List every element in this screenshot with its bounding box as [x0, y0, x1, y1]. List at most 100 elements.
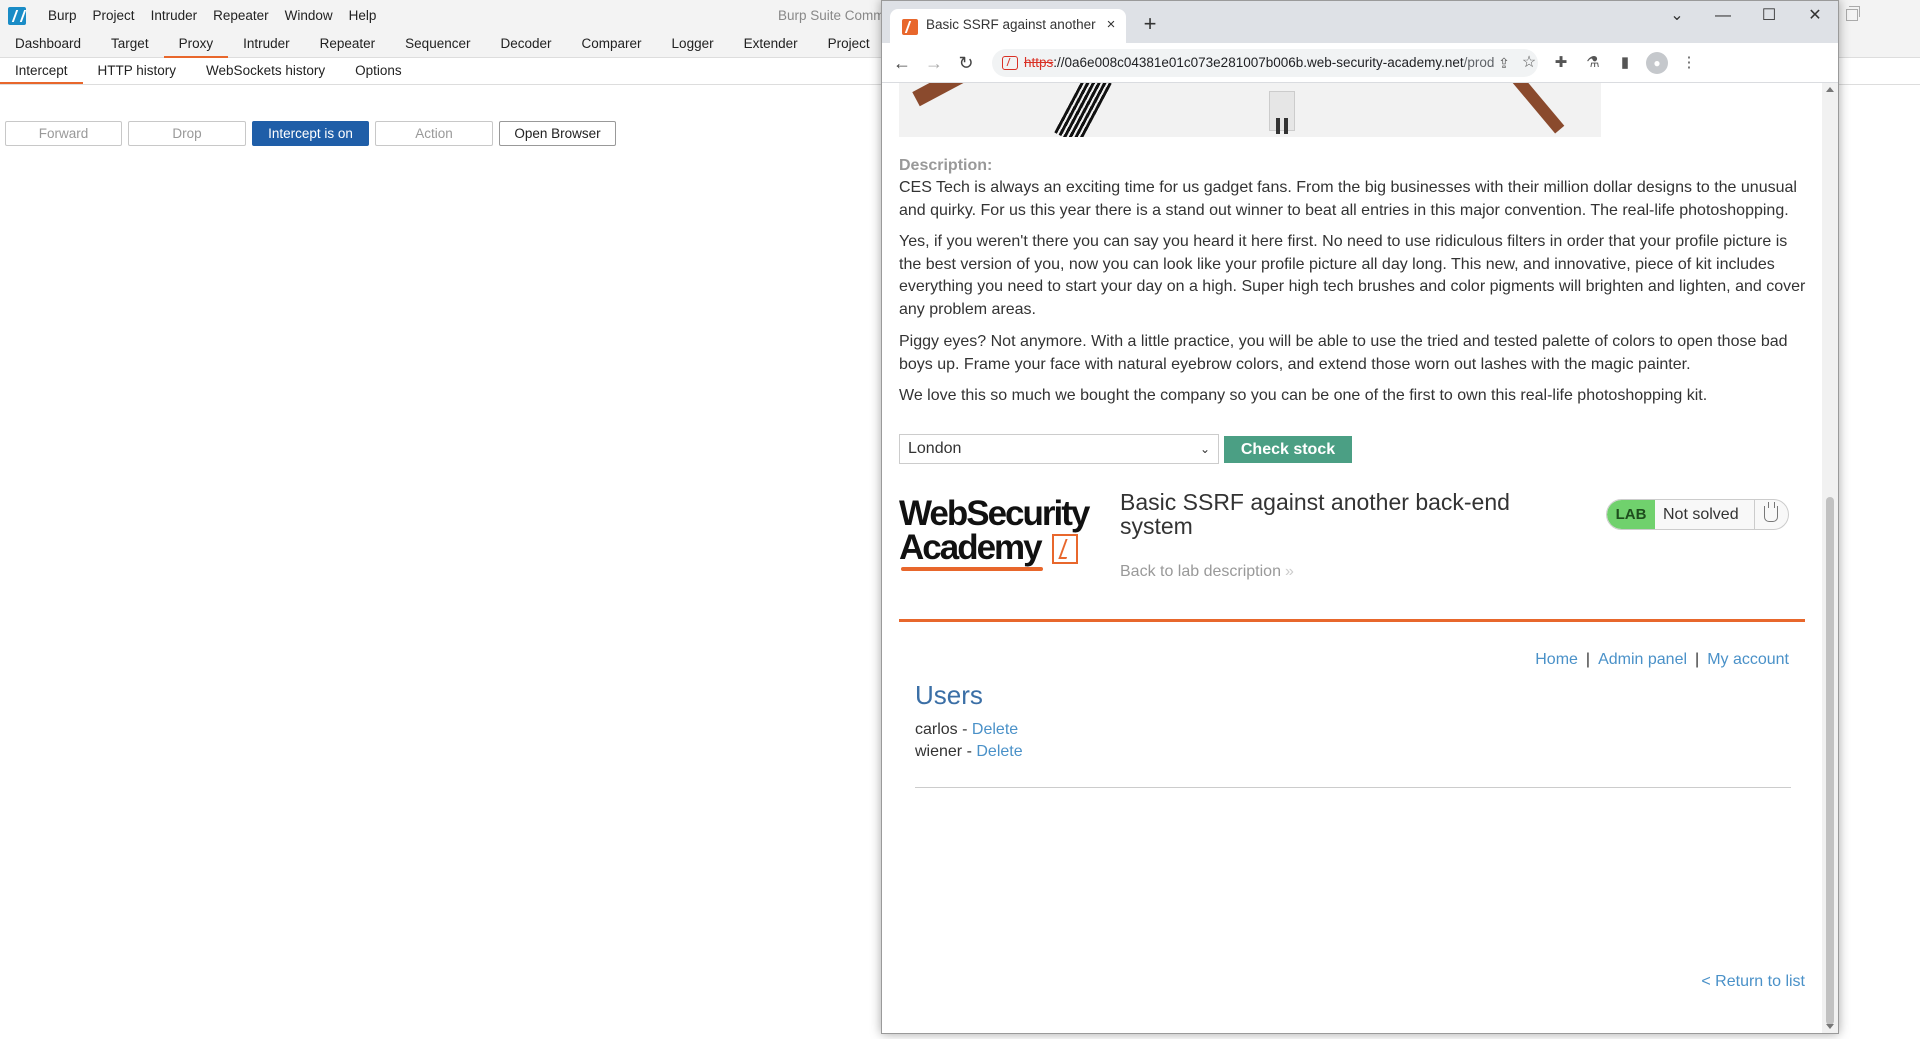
share-icon[interactable]: ⇪	[1495, 54, 1513, 72]
menu-intruder[interactable]: Intruder	[143, 0, 206, 32]
return-to-list-link[interactable]: < Return to list	[1701, 973, 1805, 991]
brush-handle-image	[1503, 83, 1565, 134]
new-tab-button[interactable]: +	[1138, 13, 1162, 37]
browser-tabbar: Basic SSRF against another × + ⌄ — ☐ ✕	[882, 1, 1838, 43]
description-paragraph: Piggy eyes? Not anymore. With a little p…	[899, 333, 1788, 373]
url-host: ://0a6e008c04381e01c073e281007b006b.web-…	[1053, 55, 1464, 70]
browser-tab-title: Basic SSRF against another	[926, 17, 1096, 32]
lab-flask-icon[interactable]: ⚗	[1582, 52, 1604, 74]
user-name: carlos	[915, 721, 958, 738]
store-select-value: London	[908, 440, 962, 457]
scrollbar-thumb[interactable]	[1826, 497, 1834, 1025]
lab-status-badge: LAB Not solved	[1606, 499, 1789, 530]
open-browser-button[interactable]: Open Browser	[499, 121, 616, 146]
users-divider	[915, 787, 1791, 788]
browser-window: Basic SSRF against another × + ⌄ — ☐ ✕ ←…	[881, 0, 1839, 1034]
drop-button[interactable]: Drop	[128, 121, 246, 146]
action-button[interactable]: Action	[375, 121, 493, 146]
admin-panel-link[interactable]: Admin panel	[1598, 651, 1687, 668]
back-link-label: Back to lab description	[1120, 563, 1281, 580]
user-name: wiener	[915, 743, 963, 760]
menu-burp[interactable]: Burp	[40, 0, 85, 32]
scroll-down-arrow-icon[interactable]	[1826, 1024, 1834, 1029]
minimize-icon[interactable]: —	[1700, 1, 1746, 33]
tab-intruder[interactable]: Intruder	[228, 32, 305, 58]
brush-handle-image	[912, 83, 1026, 107]
brush-image	[1269, 91, 1295, 134]
description-paragraph: We love this so much we bought the compa…	[899, 387, 1708, 404]
scroll-up-arrow-icon[interactable]	[1826, 87, 1834, 92]
user-row: carlos - Delete	[915, 721, 1018, 739]
profile-icon[interactable]: ●	[1646, 52, 1668, 74]
delete-user-link[interactable]: Delete	[976, 743, 1022, 760]
reload-icon[interactable]: ↻	[954, 51, 978, 75]
url-text[interactable]: https://0a6e008c04381e01c073e281007b006b…	[1024, 55, 1494, 70]
url-scheme: https	[1024, 55, 1054, 70]
my-account-link[interactable]: My account	[1707, 651, 1789, 668]
check-stock-button[interactable]: Check stock	[1224, 436, 1352, 463]
store-select[interactable]: London ⌄	[899, 434, 1219, 464]
nav-separator: |	[1585, 651, 1591, 668]
address-bar[interactable]: https://0a6e008c04381e01c073e281007b006b…	[992, 49, 1538, 77]
tab-comparer[interactable]: Comparer	[567, 32, 657, 58]
back-to-lab-description-link[interactable]: Back to lab description»	[1120, 563, 1294, 581]
subtab-intercept[interactable]: Intercept	[0, 58, 83, 84]
page-scrollbar[interactable]	[1822, 83, 1838, 1033]
description-label: Description:	[899, 157, 993, 174]
tab-target[interactable]: Target	[96, 32, 164, 58]
tab-proxy[interactable]: Proxy	[163, 32, 229, 58]
tab-decoder[interactable]: Decoder	[485, 32, 566, 58]
subtab-http-history[interactable]: HTTP history	[83, 58, 192, 84]
burp-window-title: Burp Suite Comm	[778, 8, 885, 23]
url-path: /product?produ...	[1463, 55, 1494, 70]
tab-extender[interactable]: Extender	[729, 32, 813, 58]
subtab-options[interactable]: Options	[340, 58, 417, 84]
delete-user-link[interactable]: Delete	[972, 721, 1018, 738]
menu-icon[interactable]: ⋮	[1678, 52, 1700, 74]
menu-repeater[interactable]: Repeater	[205, 0, 277, 32]
back-icon[interactable]: ←	[890, 51, 914, 75]
extensions-icon[interactable]: ✚	[1550, 52, 1572, 74]
browser-toolbar: ← → ↻ https://0a6e008c04381e01c073e28100…	[882, 43, 1838, 83]
tab-logger[interactable]: Logger	[657, 32, 729, 58]
side-panel-icon[interactable]: ▮	[1614, 52, 1636, 74]
logo-swoosh	[901, 567, 1043, 571]
menu-project[interactable]: Project	[85, 0, 143, 32]
tab-repeater[interactable]: Repeater	[305, 32, 391, 58]
users-heading: Users	[915, 680, 983, 710]
intercept-toggle-button[interactable]: Intercept is on	[252, 121, 369, 146]
tab-search-icon[interactable]: ⌄	[1654, 1, 1700, 33]
subtab-websockets-history[interactable]: WebSockets history	[191, 58, 340, 84]
close-window-icon[interactable]: ✕	[1792, 1, 1838, 33]
burp-menubar: Burp Project Intruder Repeater Window He…	[40, 0, 384, 32]
portswigger-favicon-icon	[902, 19, 918, 35]
intercept-toolbar: Forward Drop Intercept is on Action Open…	[5, 121, 616, 146]
web-security-academy-logo[interactable]: WebSecurity Academy	[899, 496, 1099, 576]
logo-line-1: WebSecurity	[899, 494, 1090, 533]
page-viewport: Description: CES Tech is always an excit…	[882, 83, 1822, 1033]
user-separator: -	[962, 743, 977, 760]
tab-sequencer[interactable]: Sequencer	[390, 32, 485, 58]
description-paragraph: Yes, if you weren't there you can say yo…	[899, 233, 1806, 318]
header-divider	[899, 619, 1805, 622]
menu-help[interactable]: Help	[341, 0, 385, 32]
window-controls: ⌄ — ☐ ✕	[1654, 1, 1838, 33]
tab-project[interactable]: Project	[813, 32, 885, 58]
close-tab-icon[interactable]: ×	[1102, 16, 1120, 34]
mascara-brush-image	[1054, 83, 1112, 137]
lab-title: Basic SSRF against another back-end syst…	[1120, 489, 1510, 539]
star-icon[interactable]: ☆	[1519, 53, 1539, 73]
not-secure-icon[interactable]	[1002, 56, 1018, 70]
restore-window-icon[interactable]	[1846, 6, 1860, 21]
forward-icon[interactable]: →	[922, 51, 946, 75]
burp-logo-icon	[8, 7, 26, 25]
chevron-down-icon: ⌄	[1199, 442, 1210, 456]
browser-tab[interactable]: Basic SSRF against another ×	[890, 9, 1126, 43]
lab-status-text: Not solved	[1663, 506, 1739, 523]
maximize-icon[interactable]: ☐	[1746, 1, 1792, 33]
tab-dashboard[interactable]: Dashboard	[0, 32, 96, 58]
forward-button[interactable]: Forward	[5, 121, 122, 146]
menu-window[interactable]: Window	[277, 0, 341, 32]
home-link[interactable]: Home	[1535, 651, 1578, 668]
lab-badge-label: LAB	[1607, 500, 1655, 529]
